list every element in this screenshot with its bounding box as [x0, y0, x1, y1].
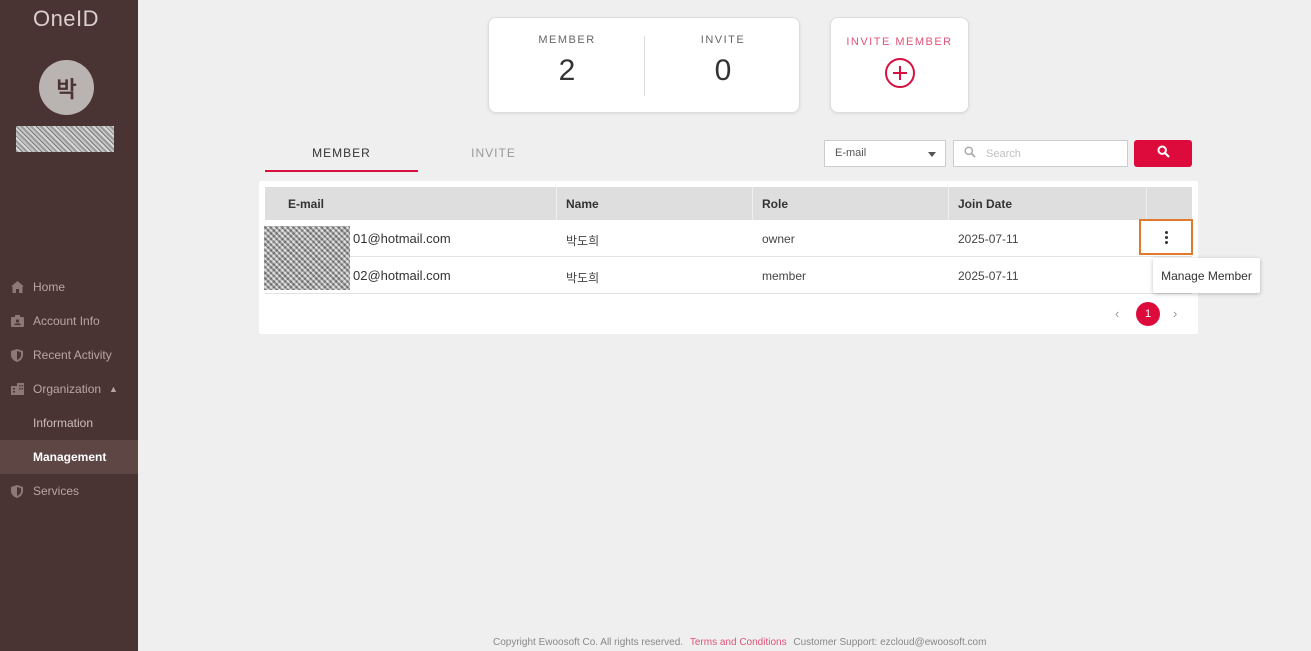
tab-member[interactable]: MEMBER — [265, 140, 418, 172]
sidebar-item-label: Management — [33, 450, 107, 464]
pagination-page-current[interactable]: 1 — [1136, 302, 1160, 326]
member-stats-card: MEMBER 2 INVITE 0 — [488, 17, 800, 113]
shield-icon — [10, 484, 24, 498]
sidebar-item-services[interactable]: Services — [0, 474, 138, 508]
column-divider — [752, 187, 753, 220]
member-email: 01@hotmail.com — [353, 231, 451, 246]
sidebar-item-recent-activity[interactable]: Recent Activity — [0, 338, 138, 372]
search-input[interactable] — [986, 147, 1116, 160]
sidebar-item-label: Services — [33, 484, 80, 498]
search-icon — [1156, 144, 1170, 163]
member-stat: MEMBER 2 — [489, 18, 645, 114]
pagination-next[interactable]: › — [1173, 306, 1177, 321]
member-name: 박도희 — [566, 234, 600, 248]
invite-count: 0 — [714, 54, 732, 87]
shield-icon — [10, 348, 24, 362]
terms-link[interactable]: Terms and Conditions — [690, 637, 787, 648]
member-count: 2 — [558, 54, 576, 87]
footer-copyright: Copyright Ewoosoft Co. All rights reserv… — [493, 637, 684, 648]
sidebar-item-label: Organization — [33, 382, 102, 396]
sidebar-item-label: Recent Activity — [33, 348, 112, 362]
sidebar: OneID 박 Home Account Info Recent Activit… — [0, 0, 138, 651]
plus-circle-icon — [884, 58, 915, 88]
sidebar-item-organization[interactable]: Organization ▲ — [0, 372, 138, 406]
building-icon — [10, 382, 24, 396]
column-divider — [1146, 187, 1147, 220]
invite-count-label: INVITE — [700, 34, 746, 46]
row-actions-menu: Manage Member — [1153, 258, 1260, 293]
member-join-date: 2025-07-11 — [958, 232, 1019, 246]
invite-member-button[interactable]: INVITE MEMBER — [830, 17, 969, 113]
tab-invite[interactable]: INVITE — [417, 140, 570, 172]
member-role: owner — [762, 232, 795, 246]
member-email: 02@hotmail.com — [353, 268, 451, 283]
chevron-up-icon: ▲ — [109, 384, 118, 394]
sidebar-item-label: Information — [33, 416, 94, 430]
column-divider — [948, 187, 949, 220]
member-role: member — [762, 269, 807, 283]
invite-member-label: INVITE MEMBER — [846, 36, 953, 48]
pagination-prev[interactable]: ‹ — [1115, 306, 1119, 321]
footer-support: Customer Support: ezcloud@ewoosoft.com — [793, 637, 987, 648]
sidebar-item-label: Home — [33, 280, 66, 294]
column-header-email[interactable]: E-mail — [288, 197, 324, 211]
sidebar-item-management[interactable]: Management — [0, 440, 138, 474]
sidebar-item-information[interactable]: Information — [0, 406, 138, 440]
more-vertical-icon — [1164, 230, 1168, 244]
caret-down-icon — [928, 152, 936, 157]
table-header: E-mail Name Role Join Date — [265, 187, 1192, 220]
search-field-select-value: E-mail — [835, 147, 867, 159]
search-button[interactable] — [1134, 140, 1192, 167]
member-join-date: 2025-07-11 — [958, 269, 1019, 283]
avatar[interactable]: 박 — [39, 60, 94, 115]
search-box[interactable] — [953, 140, 1128, 167]
email-prefix-redacted — [264, 226, 350, 290]
table-row[interactable]: 02@hotmail.com 박도희 member 2025-07-11 — [265, 257, 1192, 294]
user-name-redacted — [16, 126, 114, 152]
table-row[interactable]: 01@hotmail.com 박도희 owner 2025-07-11 — [265, 220, 1192, 257]
footer: Copyright Ewoosoft Co. All rights reserv… — [493, 637, 986, 648]
home-icon — [10, 280, 24, 294]
app-logo: OneID — [32, 6, 100, 31]
search-field-select[interactable]: E-mail — [824, 140, 946, 167]
sidebar-item-home[interactable]: Home — [0, 270, 138, 304]
sidebar-item-label: Account Info — [33, 314, 100, 328]
member-table: E-mail Name Role Join Date 01@hotmail.co… — [259, 181, 1198, 334]
id-card-icon — [10, 314, 24, 328]
column-header-name[interactable]: Name — [566, 197, 599, 211]
sidebar-item-account-info[interactable]: Account Info — [0, 304, 138, 338]
row-actions-button[interactable] — [1139, 219, 1193, 255]
column-header-role[interactable]: Role — [762, 197, 788, 211]
invite-stat: INVITE 0 — [645, 18, 801, 114]
member-count-label: MEMBER — [538, 34, 596, 46]
sidebar-nav: Home Account Info Recent Activity Organi… — [0, 270, 138, 508]
search-icon — [964, 145, 976, 163]
manage-member-menu-item[interactable]: Manage Member — [1161, 269, 1252, 283]
column-divider — [556, 187, 557, 220]
member-name: 박도희 — [566, 271, 600, 285]
column-header-join-date[interactable]: Join Date — [958, 197, 1012, 211]
